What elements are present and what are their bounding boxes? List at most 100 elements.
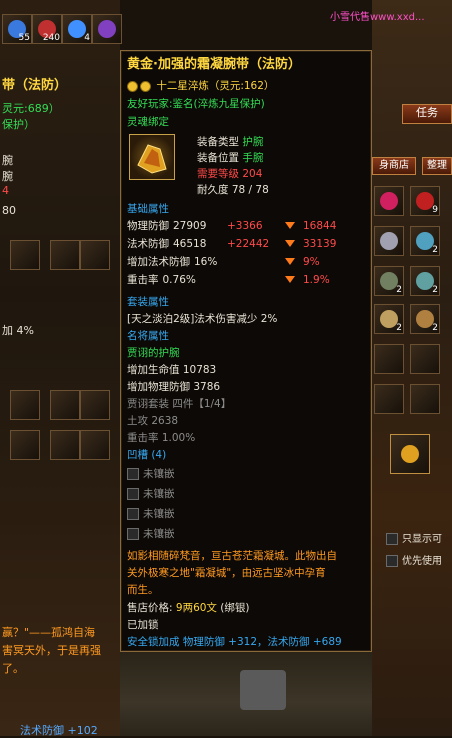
equip-position: 装备位置 手腕: [197, 152, 264, 164]
inventory-slot[interactable]: 2: [410, 266, 440, 296]
left-item-title: 带（法防）: [2, 78, 68, 93]
attr-total: 33139: [303, 238, 337, 250]
left-text: 腕: [2, 154, 13, 167]
description-line: 如影相随碎梵音，亘古苍茫霜凝城。此物出自: [127, 550, 337, 562]
inventory-slot[interactable]: 9: [410, 186, 440, 216]
attr-bonus: +3366: [227, 220, 263, 232]
inventory-slot[interactable]: [50, 430, 80, 460]
socket-icon: [127, 468, 139, 480]
smile-icon: [127, 80, 138, 92]
equip-type: 装备类型 护腕: [197, 136, 264, 148]
socket-icon: [127, 508, 139, 520]
name-attr: 增加生命值 10783: [127, 364, 217, 376]
set-section: 套装属性: [127, 296, 169, 308]
inventory-slot[interactable]: [80, 240, 110, 270]
item-tooltip: 黄金·加强的霜凝腕带（法防） 十二星淬炼（灵元:162） 友好玩家:鉴名(淬炼九…: [120, 50, 372, 652]
base-section: 基础属性: [127, 203, 169, 215]
name-attr: 增加物理防御 3786: [127, 381, 221, 393]
down-arrow-icon: [285, 258, 295, 265]
lucky-bag-slot[interactable]: [390, 434, 430, 474]
checkbox-icon: [386, 555, 398, 567]
left-text: 腕: [2, 170, 13, 183]
inventory-slot[interactable]: [374, 344, 404, 374]
inventory-slot[interactable]: 2: [374, 266, 404, 296]
socket-slot: 未镶嵌: [127, 507, 175, 521]
set-name: 贾诩套装 四件【1/4】: [127, 398, 232, 410]
left-story: 害冥天外，于是再强: [2, 644, 101, 657]
binding-status: 灵魂绑定: [127, 116, 169, 128]
inventory-slot[interactable]: [410, 344, 440, 374]
inventory-slot[interactable]: [374, 384, 404, 414]
socket-slot: 未镶嵌: [127, 527, 175, 541]
left-text: 80: [2, 204, 16, 217]
base-attr-row: 法术防御 46518 +22442 33139: [127, 237, 336, 251]
socket-slot: 未镶嵌: [127, 487, 175, 501]
inventory-slot[interactable]: [50, 240, 80, 270]
attr-total: 9%: [303, 256, 320, 268]
lantern-icon: [240, 670, 286, 710]
left-text: 4: [2, 184, 9, 197]
set-inactive-attr: 土攻 2638: [127, 415, 179, 427]
name-title: 贾诩的护腕: [127, 347, 180, 359]
inventory-slot[interactable]: 2: [374, 304, 404, 334]
down-arrow-icon: [285, 240, 295, 247]
inventory-slot[interactable]: 2: [410, 304, 440, 334]
required-level: 需要等级 204: [197, 168, 263, 180]
socket-section: 凹槽 (4): [127, 449, 167, 461]
inventory-slot[interactable]: [80, 390, 110, 420]
base-attr-row: 重击率 0.76% 1.9%: [127, 273, 330, 287]
bottom-scenery: [120, 652, 372, 736]
only-show-checkbox[interactable]: 只显示可: [386, 530, 442, 545]
sell-price: 售店价格: 9两60文 (绑银): [127, 602, 250, 614]
inventory-slot[interactable]: [10, 390, 40, 420]
left-text: 保护）: [2, 118, 35, 131]
inventory-slot[interactable]: [50, 390, 80, 420]
left-text: 加 4%: [2, 324, 34, 337]
base-attr-row: 增加法术防御 16% 9%: [127, 255, 320, 269]
shop-button[interactable]: 身商店: [372, 157, 416, 175]
smile-icon: [140, 80, 151, 92]
attr-total: 16844: [303, 220, 337, 232]
left-story: 了。: [2, 662, 24, 675]
left-panel: 55 240 4 带（法防） 灵元:689） 保护） 腕 腕 4 80 加 4%…: [0, 0, 122, 737]
attr-value: 46518: [173, 238, 207, 250]
attr-name: 物理防御: [127, 220, 169, 232]
checkbox-label: 优先使用: [402, 556, 442, 567]
inventory-slot[interactable]: 55: [2, 14, 32, 44]
attr-value: 27909: [173, 220, 207, 232]
bracer-icon: [129, 134, 175, 180]
priority-use-checkbox[interactable]: 优先使用: [386, 552, 442, 567]
attr-name: 增加法术防御: [127, 256, 190, 268]
inventory-slot[interactable]: [374, 186, 404, 216]
socket-slot: 未镶嵌: [127, 467, 175, 481]
set-inactive-attr: 重击率 1.00%: [127, 432, 196, 444]
refine-stars-text: 十二星淬炼（灵元:162）: [156, 80, 275, 92]
refine-stars: 十二星淬炼（灵元:162）: [127, 79, 274, 93]
down-arrow-icon: [285, 222, 295, 229]
task-button[interactable]: 任务: [402, 104, 452, 124]
inventory-slot[interactable]: 2: [410, 226, 440, 256]
appraiser: 友好玩家:鉴名(淬炼九星保护): [127, 98, 265, 110]
description-line: 关外极寒之地"霜凝城"，由远古坚冰中孕育: [127, 567, 326, 579]
inventory-slot[interactable]: [92, 14, 122, 44]
inventory-slot[interactable]: [10, 430, 40, 460]
inventory-slot[interactable]: [374, 226, 404, 256]
attr-bonus: +22442: [227, 238, 270, 250]
inventory-slot[interactable]: 240: [32, 14, 62, 44]
attr-total: 1.9%: [303, 274, 330, 286]
inventory-slot[interactable]: [410, 384, 440, 414]
description-line: 而生。: [127, 584, 159, 596]
set-line: [天之淡泊2级]法术伤害减少 2%: [127, 313, 278, 325]
tidy-button[interactable]: 整理: [422, 157, 452, 175]
left-text: 灵元:689）: [2, 102, 60, 115]
socket-icon: [127, 488, 139, 500]
inventory-slot[interactable]: 4: [62, 14, 92, 44]
locked-status: 已加锁: [127, 619, 159, 631]
base-attr-row: 物理防御 27909 +3366 16844: [127, 219, 336, 233]
socket-icon: [127, 528, 139, 540]
right-panel: 小雪代售www.xxd... 任务 身商店 整理 9 2 2 2 2 2 只显示…: [330, 0, 452, 736]
inventory-slot[interactable]: [80, 430, 110, 460]
checkbox-label: 只显示可: [402, 534, 442, 545]
inventory-slot[interactable]: [10, 240, 40, 270]
durability: 耐久度 78 / 78: [197, 184, 269, 196]
